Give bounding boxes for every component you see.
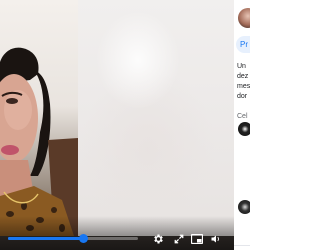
video-progress-bar[interactable] bbox=[8, 234, 138, 243]
expand-icon[interactable] bbox=[172, 232, 186, 246]
video-progress-fill bbox=[8, 237, 84, 240]
post-text-line: mes bbox=[237, 83, 250, 90]
video-player[interactable] bbox=[0, 0, 234, 250]
post-text-line: dez bbox=[237, 73, 249, 80]
post-text-line: Un bbox=[237, 63, 246, 70]
video-blurred-background bbox=[78, 0, 234, 236]
post-text-line: dor bbox=[237, 93, 248, 100]
divider bbox=[234, 245, 250, 246]
avatar[interactable] bbox=[238, 8, 250, 28]
page-chip[interactable]: Pr bbox=[236, 36, 250, 53]
video-frame-presenter bbox=[0, 0, 78, 236]
presenter-image bbox=[0, 47, 78, 236]
post-text: Un dez mes dor bbox=[237, 62, 250, 102]
comment-caption: Cel bbox=[237, 113, 248, 120]
commenter-avatar[interactable] bbox=[238, 200, 250, 214]
volume-icon[interactable] bbox=[209, 232, 223, 246]
commenter-avatar[interactable] bbox=[238, 122, 250, 136]
comment-rail: Pr Un dez mes dor Cel bbox=[234, 0, 250, 250]
gear-icon[interactable] bbox=[151, 232, 165, 246]
picture-in-picture-icon[interactable] bbox=[190, 232, 204, 246]
